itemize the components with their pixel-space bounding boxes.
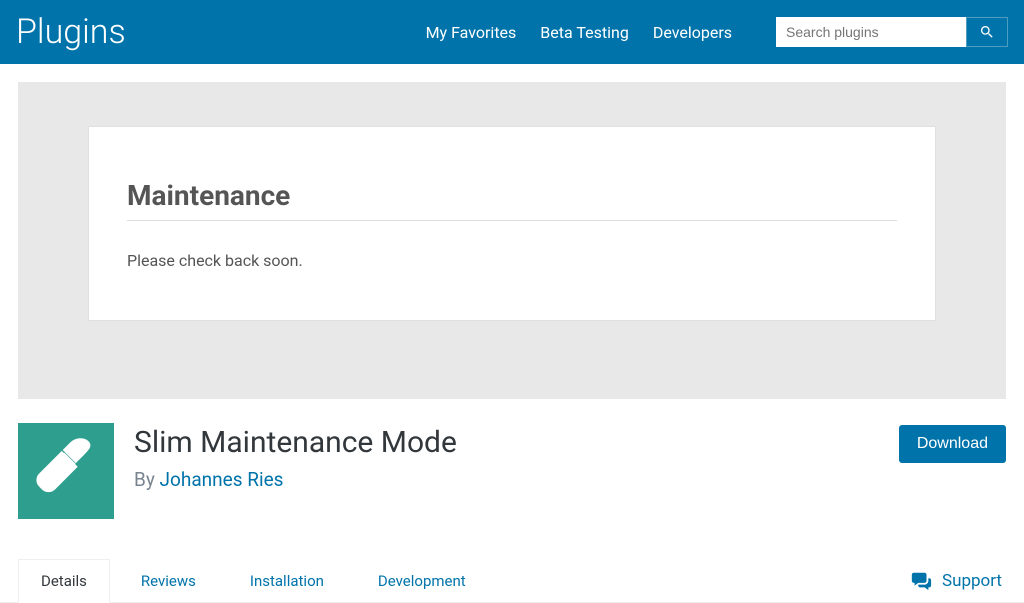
nav-favorites-link[interactable]: My Favorites bbox=[426, 23, 517, 42]
plugin-icon-container bbox=[18, 423, 114, 519]
plugin-meta: Slim Maintenance Mode By Johannes Ries bbox=[134, 423, 879, 491]
search-icon bbox=[979, 24, 995, 40]
support-label: Support bbox=[942, 571, 1002, 591]
plugin-author-link[interactable]: Johannes Ries bbox=[160, 468, 284, 491]
banner-card: Maintenance Please check back soon. bbox=[88, 126, 936, 321]
wrench-icon bbox=[31, 436, 101, 506]
header-nav: My Favorites Beta Testing Developers bbox=[426, 17, 1008, 47]
plugin-title: Slim Maintenance Mode bbox=[134, 425, 879, 460]
tab-details[interactable]: Details bbox=[18, 559, 110, 603]
plugin-banner: Maintenance Please check back soon. bbox=[18, 82, 1006, 399]
byline-prefix: By bbox=[134, 468, 160, 491]
header-bar: Plugins My Favorites Beta Testing Develo… bbox=[0, 0, 1024, 64]
search-container bbox=[776, 17, 1008, 47]
banner-card-text: Please check back soon. bbox=[127, 251, 897, 270]
tab-reviews[interactable]: Reviews bbox=[118, 559, 219, 603]
tab-installation[interactable]: Installation bbox=[227, 559, 347, 603]
speech-bubble-icon bbox=[910, 570, 932, 592]
tab-development[interactable]: Development bbox=[355, 559, 489, 603]
plugin-header: Slim Maintenance Mode By Johannes Ries D… bbox=[0, 399, 1024, 519]
nav-beta-link[interactable]: Beta Testing bbox=[540, 23, 629, 42]
banner-card-title: Maintenance bbox=[127, 179, 897, 221]
nav-developers-link[interactable]: Developers bbox=[653, 23, 732, 42]
download-button[interactable]: Download bbox=[899, 425, 1006, 463]
search-button[interactable] bbox=[966, 17, 1008, 47]
plugin-byline: By Johannes Ries bbox=[134, 468, 879, 491]
support-link[interactable]: Support bbox=[906, 562, 1006, 600]
page-title: Plugins bbox=[16, 12, 126, 52]
search-input[interactable] bbox=[776, 17, 966, 47]
tabs-row: Details Reviews Installation Development… bbox=[0, 519, 1024, 603]
